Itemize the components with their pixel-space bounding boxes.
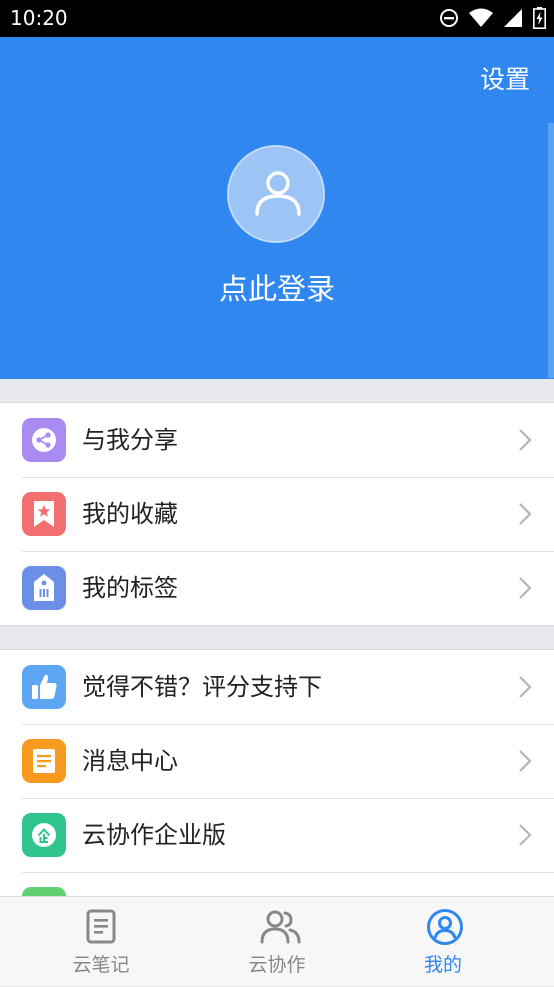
note-icon (86, 909, 116, 944)
enterprise-edition-label: 云协作企业版 (82, 821, 226, 849)
battery-charging-icon (533, 7, 546, 29)
enterprise-icon (22, 813, 66, 857)
profile-header: 设置 点此登录 (0, 37, 554, 379)
enterprise-edition-item[interactable]: 云协作企业版 (0, 798, 554, 872)
my-favorites-label: 我的收藏 (82, 500, 178, 528)
status-time: 10:20 (10, 6, 68, 30)
chevron-right-icon (519, 750, 532, 772)
share-icon (22, 418, 66, 462)
tab-me[interactable]: 我的 (351, 897, 535, 987)
wifi-icon (469, 8, 493, 27)
my-favorites-item[interactable]: 我的收藏 (0, 477, 554, 551)
bottom-tab-bar: 云笔记 云协作 我的 (0, 896, 554, 986)
collaboration-icon (260, 910, 301, 944)
rate-app-item[interactable]: 觉得不错？评分支持下 (0, 650, 554, 724)
tab-notes-label: 云笔记 (72, 954, 130, 976)
signal-icon (504, 9, 522, 27)
share-with-me-label: 与我分享 (82, 426, 178, 454)
chevron-right-icon (519, 429, 532, 451)
status-icons (439, 7, 546, 29)
thumbs-up-icon (22, 665, 66, 709)
tag-icon (22, 566, 66, 610)
message-center-item[interactable]: 消息中心 (0, 724, 554, 798)
my-tags-label: 我的标签 (82, 574, 178, 602)
chevron-right-icon (519, 676, 532, 698)
user-icon (255, 171, 301, 216)
rate-app-label: 觉得不错？评分支持下 (82, 673, 322, 701)
tab-me-label: 我的 (423, 954, 462, 976)
status-bar: 10:20 (0, 0, 554, 37)
message-center-label: 消息中心 (82, 747, 178, 775)
chevron-right-icon (519, 824, 532, 846)
message-icon (22, 739, 66, 783)
tab-collaboration[interactable]: 云协作 (185, 897, 369, 987)
avatar[interactable] (227, 145, 325, 243)
login-button[interactable]: 点此登录 (0, 271, 554, 307)
do-not-disturb-icon (440, 9, 458, 27)
my-tags-item[interactable]: 我的标签 (0, 551, 554, 625)
menu-group-1: 与我分享 我的收藏 我的标签 (0, 402, 554, 626)
settings-button[interactable]: 设置 (480, 65, 530, 95)
favorite-bookmark-icon (22, 492, 66, 536)
tab-collaboration-label: 云协作 (248, 954, 306, 976)
profile-icon (427, 909, 463, 945)
menu-group-2: 觉得不错？评分支持下 消息中心 云协作企业版 (0, 649, 554, 912)
chevron-right-icon (519, 503, 532, 525)
scrollbar[interactable] (548, 123, 554, 378)
chevron-right-icon (519, 577, 532, 599)
tab-notes[interactable]: 云笔记 (9, 897, 193, 987)
share-with-me-item[interactable]: 与我分享 (0, 403, 554, 477)
